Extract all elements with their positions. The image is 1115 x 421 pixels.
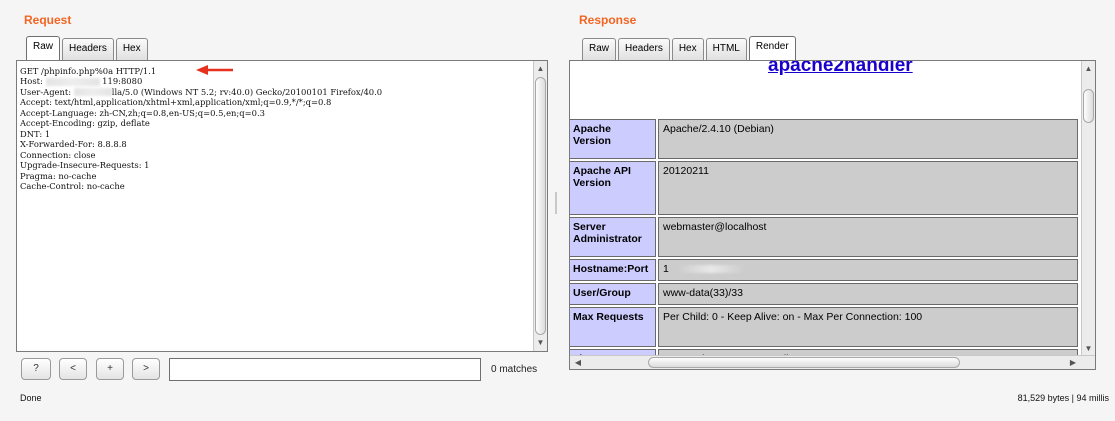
match-count: 0 matches [491, 364, 538, 375]
next-match-button[interactable]: > [132, 358, 160, 380]
add-search-button[interactable]: + [96, 358, 124, 380]
scroll-up-arrow-icon[interactable]: ▲ [534, 63, 547, 75]
scroll-up-arrow-icon[interactable]: ▲ [1082, 63, 1095, 75]
tab-request-raw[interactable]: Raw [26, 36, 61, 60]
request-vertical-scrollbar[interactable]: ▲ ▼ [533, 61, 547, 351]
burp-repeater-window: Request Raw Headers Hex GET /phpinfo.php… [0, 0, 1115, 421]
previous-match-button[interactable]: < [59, 358, 87, 380]
request-line: GET /phpinfo.php%0a HTTP/1.1 [20, 66, 157, 76]
row-value: 1 [658, 259, 1078, 281]
red-arrow-annotation-icon [196, 65, 233, 75]
scroll-down-arrow-icon[interactable]: ▼ [534, 337, 547, 349]
accept-language-header: Accept-Language: zh-CN,zh;q=0.8,en-US;q=… [20, 107, 265, 118]
row-key: Apache API Version [570, 161, 656, 215]
table-row: Max Requests Per Child: 0 - Keep Alive: … [570, 307, 1078, 347]
row-key: Apache Version [570, 119, 656, 159]
hostname-value: 1 [663, 263, 669, 275]
request-scroll-thumb[interactable] [535, 77, 546, 335]
table-row: User/Group www-data(33)/33 [570, 283, 1078, 305]
status-text: Done [20, 393, 42, 403]
request-raw-text: GET /phpinfo.php%0a HTTP/1.1 Host: 119:8… [20, 66, 382, 191]
tab-request-hex[interactable]: Hex [115, 38, 148, 60]
row-key: Max Requests [570, 307, 656, 347]
row-value: 20120211 [658, 161, 1078, 215]
render-horizontal-thumb[interactable] [648, 357, 960, 368]
cache-control-header: Cache-Control: no-cache [20, 180, 125, 191]
user-agent-value: lla/5.0 (Windows NT 5.2; rv:40.0) Gecko/… [111, 86, 383, 97]
tab-response-headers[interactable]: Headers [618, 38, 670, 60]
redacted-host [45, 77, 100, 86]
apache-module-heading[interactable]: apache2handler [768, 61, 913, 77]
table-row: Hostname:Port 1 [570, 259, 1078, 281]
response-tab-bar: Raw Headers Hex HTML Render [582, 36, 796, 60]
table-row: Server Administrator webmaster@localhost [570, 217, 1078, 257]
phpinfo-table: Apache Version Apache/2.4.10 (Debian) Ap… [570, 117, 1080, 369]
scroll-left-arrow-icon[interactable]: ◀ [572, 356, 584, 369]
row-value: webmaster@localhost [658, 217, 1078, 257]
row-value: www-data(33)/33 [658, 283, 1078, 305]
tab-response-html[interactable]: HTML [705, 38, 747, 60]
response-render-view: apache2handler Apache Version Apache/2.4… [569, 60, 1096, 370]
scroll-right-arrow-icon[interactable]: ▶ [1067, 356, 1079, 369]
row-value: Per Child: 0 - Keep Alive: on - Max Per … [658, 307, 1078, 347]
request-search-bar: ? < + > 0 matches [16, 357, 548, 381]
pane-divider[interactable] [553, 12, 559, 390]
divider-grip-icon[interactable] [555, 192, 557, 214]
request-tab-bar: Raw Headers Hex [26, 36, 148, 60]
scroll-down-arrow-icon[interactable]: ▼ [1082, 343, 1095, 355]
upgrade-insecure-header: Upgrade-Insecure-Requests: 1 [20, 160, 150, 171]
render-horizontal-scrollbar[interactable]: ◀ ▶ [570, 355, 1095, 369]
tab-response-hex[interactable]: Hex [671, 38, 704, 60]
tab-response-render[interactable]: Render [748, 36, 796, 60]
render-vertical-scrollbar[interactable]: ▲ ▼ [1081, 61, 1095, 357]
row-key: Server Administrator [570, 217, 656, 257]
search-input[interactable] [169, 358, 481, 381]
response-size-timing: 81,529 bytes | 94 millis [1017, 393, 1109, 403]
host-header: Host: [20, 76, 46, 87]
response-pane-title: Response [579, 13, 637, 27]
host-port: 119:8080 [102, 76, 143, 87]
dnt-header: DNT: 1 [20, 128, 51, 139]
accept-header: Accept: text/html,application/xhtml+xml,… [20, 97, 332, 108]
table-row: Apache Version Apache/2.4.10 (Debian) [570, 119, 1078, 159]
row-key: Hostname:Port [570, 259, 656, 281]
request-editor[interactable]: GET /phpinfo.php%0a HTTP/1.1 Host: 119:8… [16, 60, 548, 352]
render-scroll-thumb[interactable] [1083, 89, 1094, 123]
tab-response-raw[interactable]: Raw [582, 38, 617, 60]
accept-encoding-header: Accept-Encoding: gzip, deflate [20, 118, 150, 129]
redacted-user-agent [73, 88, 112, 97]
row-value: Apache/2.4.10 (Debian) [658, 119, 1078, 159]
x-forwarded-for-header: X-Forwarded-For: 8.8.8.8 [20, 139, 127, 150]
row-key: User/Group [570, 283, 656, 305]
tab-request-headers[interactable]: Headers [62, 38, 114, 60]
table-row: Apache API Version 20120211 [570, 161, 1078, 215]
connection-header: Connection: close [20, 149, 96, 160]
redacted-hostname [674, 265, 747, 274]
pragma-header: Pragma: no-cache [20, 170, 97, 181]
help-button[interactable]: ? [21, 358, 51, 380]
request-pane-title: Request [24, 13, 72, 27]
user-agent-header: User-Agent: [20, 86, 74, 97]
